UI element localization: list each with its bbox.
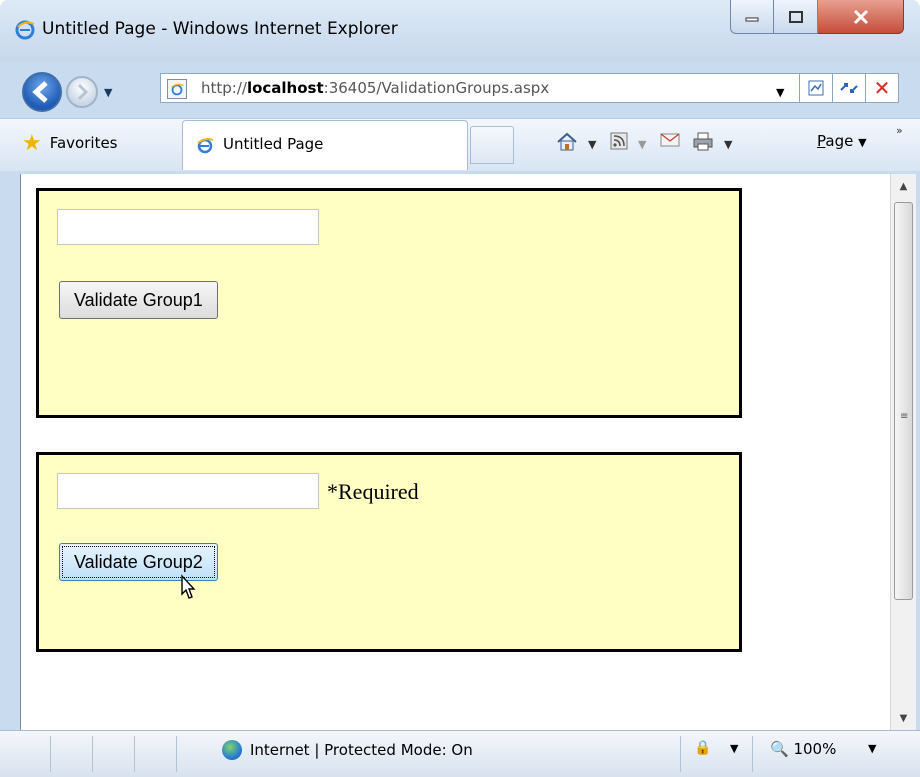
forward-button[interactable] [66,76,98,108]
recent-pages-dropdown[interactable]: ▼ [104,86,112,99]
feeds-button[interactable] [610,132,628,154]
rss-icon [610,132,628,150]
page-menu-label: age [825,132,854,150]
required-validator-message: *Required [327,479,419,504]
group2-textbox[interactable] [57,473,319,509]
zoom-dropdown[interactable]: ▼ [868,742,876,755]
back-button[interactable] [22,72,62,112]
window-title: Untitled Page - Windows Internet Explore… [42,19,398,39]
mail-icon [660,133,680,147]
chevron-down-icon: ▼ [858,136,867,149]
scroll-down-button[interactable]: ▼ [891,706,916,730]
forward-arrow-icon [77,83,89,101]
zoom-level-button[interactable]: 🔍 100% [770,740,836,758]
refresh-icon [840,83,858,93]
status-divider [752,736,753,772]
minimize-icon [745,17,759,21]
browser-window: Untitled Page - Windows Internet Explore… [0,0,920,777]
minimize-button[interactable] [730,0,774,34]
ie-logo-icon [197,138,214,154]
star-icon: ★ [22,130,42,156]
scroll-up-button[interactable]: ▲ [891,174,916,198]
print-button[interactable] [692,132,714,156]
validate-group1-button[interactable]: Validate Group1 [59,281,218,319]
status-divider [680,736,681,772]
group1-textbox[interactable] [57,209,319,245]
address-dropdown[interactable]: ▼ [776,86,784,99]
globe-icon [222,740,242,760]
tab-label: Untitled Page [223,135,324,153]
ie-page-icon [167,79,187,99]
home-button[interactable] [556,132,578,156]
maximize-button[interactable] [774,0,818,34]
page-menu[interactable]: Page ▼ [817,132,867,150]
maximize-icon [788,10,803,23]
address-tools: ✕ [800,73,910,103]
home-icon [557,132,577,151]
group1-panel: Validate Group1 [36,188,742,418]
magnifier-icon: 🔍 [770,740,789,758]
home-dropdown[interactable]: ▼ [588,138,596,151]
security-zone[interactable]: Internet | Protected Mode: On [222,740,473,760]
mouse-pointer-icon [181,574,196,599]
scroll-grip-icon: ≡ [900,411,909,422]
new-tab-button[interactable] [470,126,514,164]
compatibility-view-button[interactable] [800,73,833,103]
ie-logo-icon [15,20,35,40]
close-icon [853,9,868,24]
window-controls [730,0,904,38]
vertical-scrollbar[interactable]: ▲ ≡ ▼ [890,174,916,730]
protected-mode-icon[interactable]: 🔒 [694,740,711,756]
address-url[interactable]: http://localhost:36405/ValidationGroups.… [201,79,549,97]
group2-panel: *Required Validate Group2 [36,452,742,652]
stop-button[interactable]: ✕ [866,73,899,103]
url-host: localhost [246,79,324,97]
favorites-label: Favorites [49,134,118,152]
scroll-thumb[interactable]: ≡ [894,202,913,600]
back-arrow-icon [32,81,48,103]
url-prefix: http:// [201,79,247,97]
security-zone-label: Internet | Protected Mode: On [250,741,473,759]
print-dropdown[interactable]: ▼ [724,138,732,151]
protected-mode-dropdown[interactable]: ▼ [730,742,738,755]
status-divider [176,736,177,772]
status-divider [134,736,135,772]
compatibility-icon [808,80,824,96]
url-path: :36405/ValidationGroups.aspx [323,79,550,97]
zoom-level-label: 100% [793,740,837,758]
address-bar[interactable]: http://localhost:36405/ValidationGroups.… [160,73,800,103]
refresh-button[interactable] [833,73,866,103]
printer-icon [693,132,713,151]
close-button[interactable] [818,0,904,34]
feeds-dropdown[interactable]: ▼ [638,138,646,151]
stop-icon: ✕ [873,76,891,100]
favorites-button[interactable]: ★ Favorites [22,128,118,158]
read-mail-button[interactable] [660,132,680,152]
status-divider [50,736,51,772]
status-divider [92,736,93,772]
toolbar-overflow-chevron[interactable]: » [896,124,903,137]
tab-untitled-page[interactable]: Untitled Page [182,120,468,170]
